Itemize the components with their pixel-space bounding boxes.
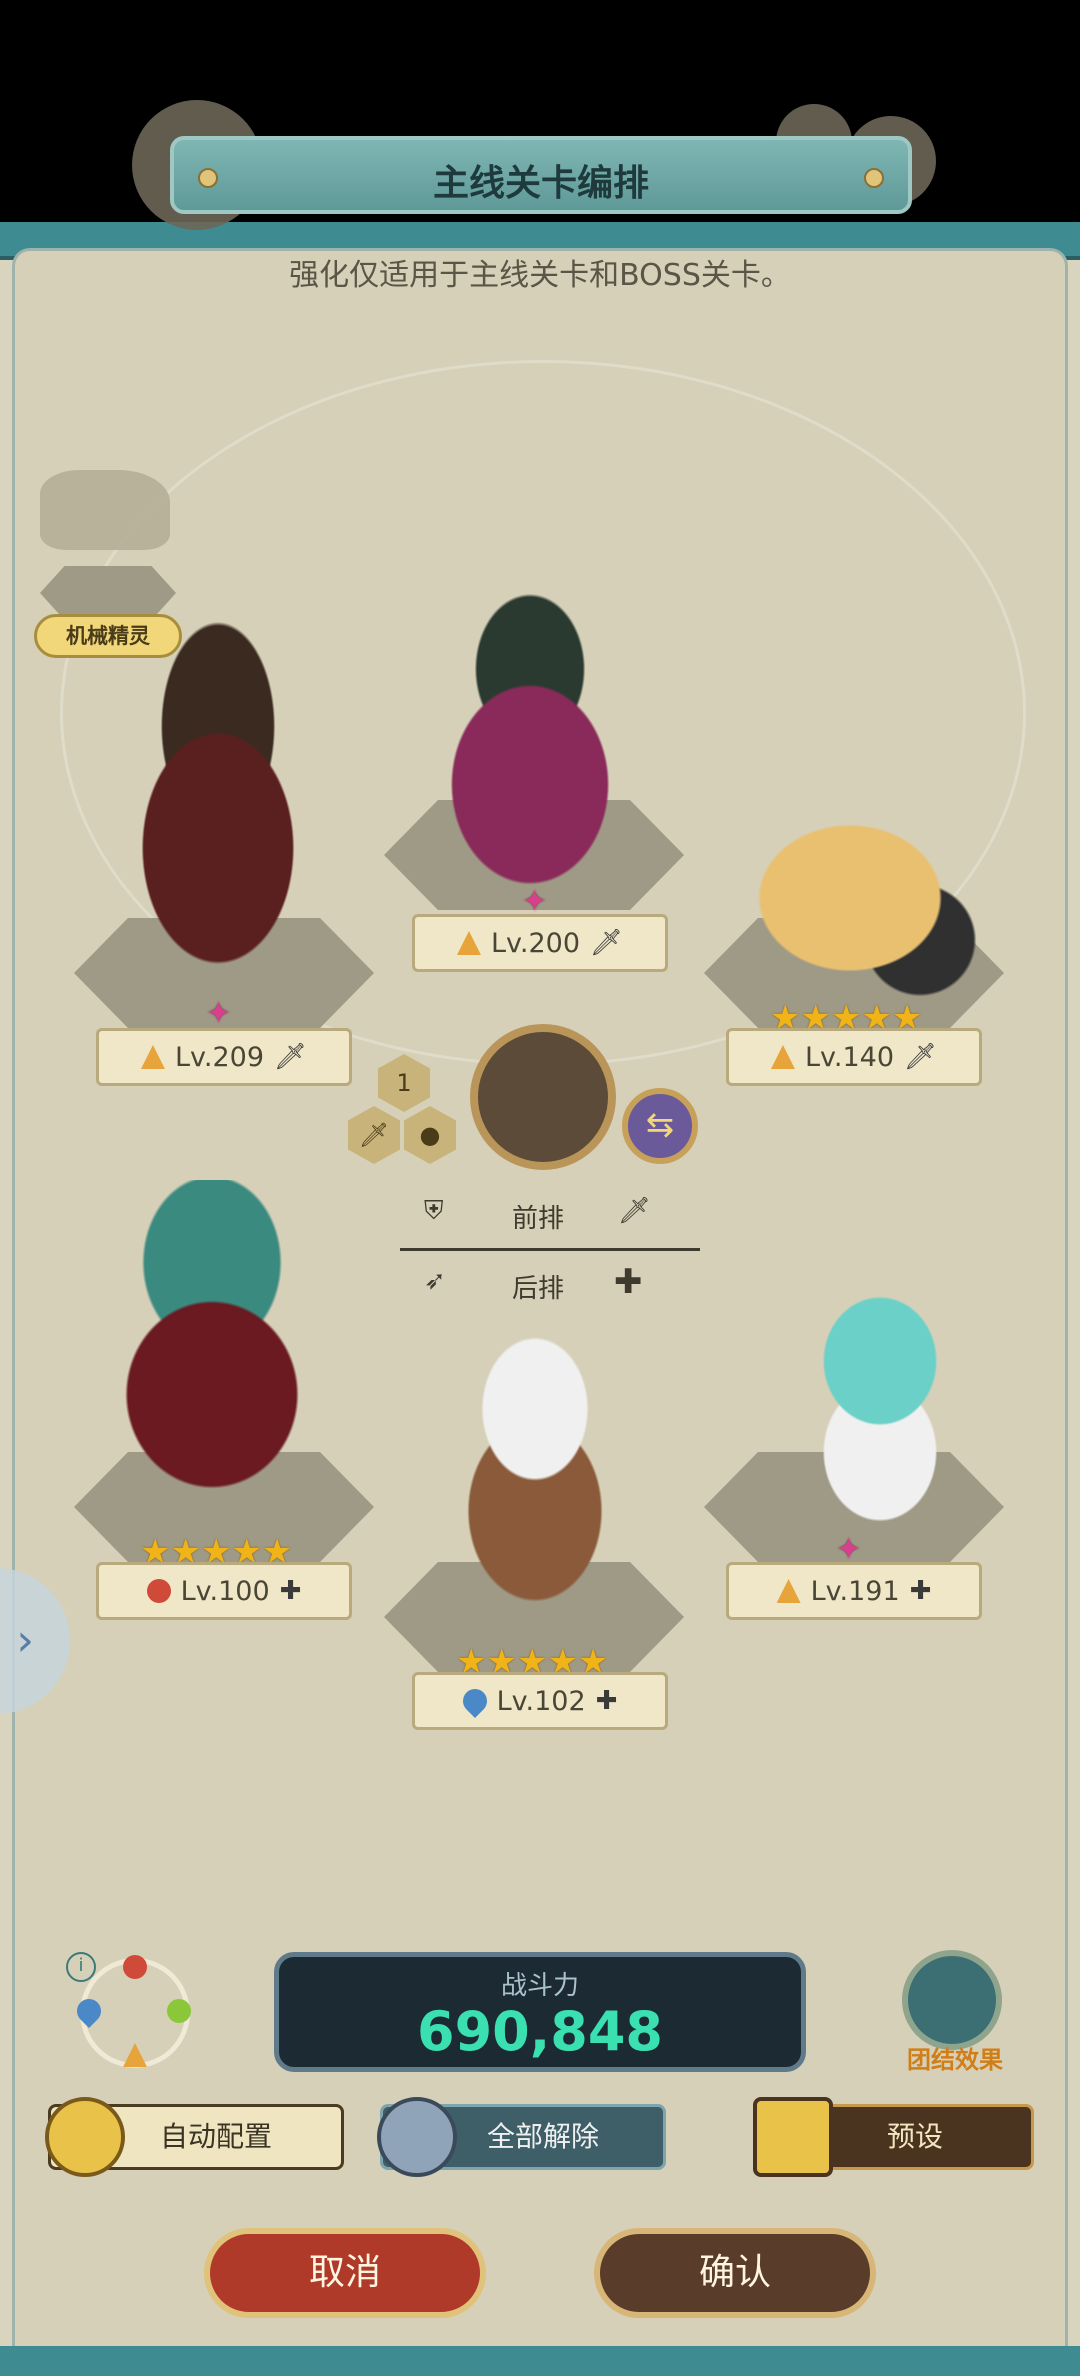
hero-level: Lv.200 — [490, 927, 581, 959]
clear-all-label: 全部解除 — [486, 2120, 599, 2153]
unity-effect-label: 团结效果 — [907, 2046, 1003, 2074]
earth-element-icon — [456, 931, 481, 955]
sword-icon: 🗡 — [618, 1196, 652, 1226]
shield-icon: ⛨ — [424, 1196, 444, 1226]
preset-button[interactable]: 预设 — [753, 2097, 1034, 2177]
cancel-button[interactable]: 取消 — [204, 2228, 486, 2318]
confirm-button[interactable]: 确认 — [594, 2228, 876, 2318]
plus-icon: ✚ — [909, 1576, 932, 1606]
plus-icon: ✚ — [279, 1576, 302, 1606]
front-row-label: 前排 — [512, 1204, 565, 1234]
hero-sprite-4[interactable] — [80, 1180, 410, 1510]
hero-sprite-1[interactable] — [68, 620, 368, 1000]
hero-level-box-4[interactable]: Lv.100 ✚ — [96, 1562, 352, 1620]
hero-level-box-1[interactable]: Lv.209 🗡 — [96, 1028, 352, 1086]
hero-level-box-5[interactable]: Lv.102 ✚ — [412, 1672, 668, 1730]
leader-portrait[interactable] — [470, 1024, 616, 1170]
hero-level: Lv.209 — [174, 1041, 265, 1073]
combat-power-box: 战斗力 690,848 — [274, 1952, 806, 2072]
earth-element-icon — [776, 1579, 801, 1603]
clear-all-button[interactable]: 全部解除 — [377, 2097, 666, 2177]
sword-icon: 🗡 — [590, 928, 624, 958]
hero-level: Lv.102 — [496, 1685, 586, 1717]
auto-assign-button[interactable]: 自动配置 — [45, 2097, 344, 2177]
page-subtitle: 强化仅适用于主线关卡和BOSS关卡。 — [289, 258, 791, 293]
sword-icon: 🗡 — [904, 1042, 938, 1072]
unlink-icon — [377, 2097, 457, 2177]
bottom-rail — [0, 2346, 1080, 2376]
element-cycle-icon[interactable] — [72, 1955, 191, 2068]
hero-sprite-3[interactable] — [710, 730, 1060, 1010]
wind-element-icon — [167, 1999, 191, 2023]
hero-sprite-2[interactable] — [360, 570, 700, 900]
earth-element-icon — [123, 2043, 147, 2067]
mech-sprite-pedestal — [40, 566, 176, 620]
hero-level-box-2[interactable]: Lv.200 🗡 — [412, 914, 668, 972]
hero-level: Lv.140 — [804, 1041, 895, 1073]
plus-icon: ✚ — [595, 1686, 618, 1716]
preset-label: 预设 — [886, 2120, 943, 2153]
earth-element-icon — [770, 1045, 795, 1069]
unity-effect-icon[interactable] — [902, 1950, 1002, 2050]
auto-assign-label: 自动配置 — [159, 2120, 272, 2153]
gear-icon — [45, 2097, 125, 2177]
water-element-icon — [457, 1684, 492, 1718]
hero-sprite-6[interactable] — [730, 1270, 1030, 1530]
combat-power-label: 战斗力 — [500, 1971, 579, 2001]
fire-element-icon — [123, 1955, 147, 1979]
combat-power-value: 690,848 — [417, 2000, 663, 2063]
hero-level: Lv.100 — [180, 1575, 270, 1607]
title-bar: 主线关卡编排 — [170, 136, 912, 214]
hero-level: Lv.191 — [810, 1575, 900, 1607]
title-dot-right — [864, 168, 884, 188]
hero-level-box-6[interactable]: Lv.191 ✚ — [726, 1562, 982, 1620]
earth-element-icon — [140, 1045, 165, 1069]
hero-level-box-3[interactable]: Lv.140 🗡 — [726, 1028, 982, 1086]
pink-rank-icon-1: ✦ — [206, 996, 232, 1031]
fire-element-icon — [146, 1579, 171, 1603]
sword-icon: 🗡 — [274, 1042, 308, 1072]
swap-arrows-icon — [753, 2097, 833, 2177]
page-title: 主线关卡编排 — [432, 163, 649, 204]
swap-icon[interactable]: ⇆ — [622, 1088, 698, 1164]
row-divider — [400, 1248, 700, 1251]
mech-sprite-silhouette[interactable] — [40, 470, 170, 550]
hero-sprite-5[interactable] — [400, 1290, 700, 1630]
